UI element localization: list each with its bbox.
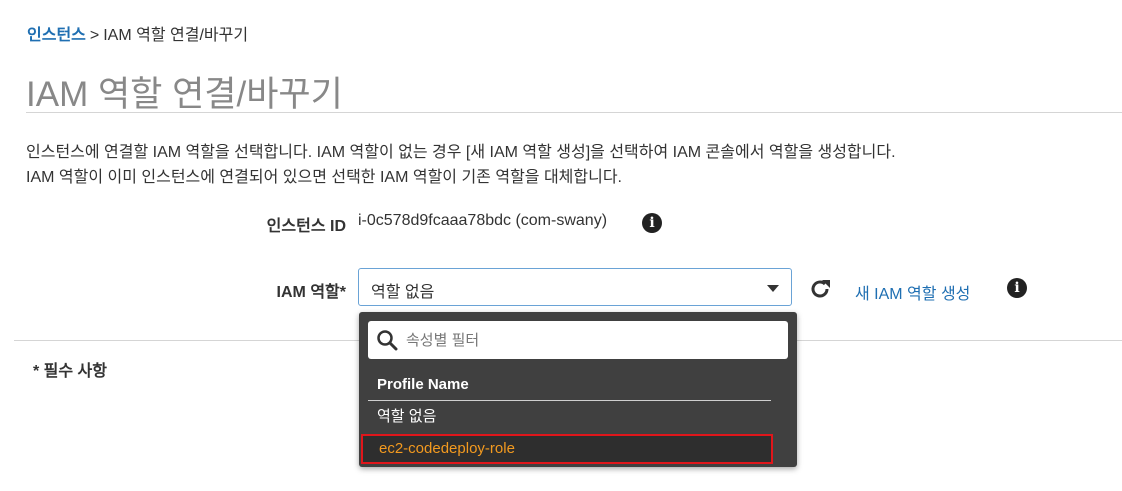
profile-name-header: Profile Name (377, 376, 469, 393)
filter-box (368, 321, 788, 359)
instance-id-value: i-0c578d9fcaaa78bdc (com-swany) (358, 212, 608, 229)
required-note: * 필수 사항 (33, 363, 107, 380)
info-icon[interactable]: i (642, 213, 662, 233)
page: 인스턴스 > IAM 역할 연결/바꾸기 IAM 역할 연결/바꾸기 인스턴스에 연… (0, 0, 1122, 491)
breadcrumb-current: IAM 역할 연결/바꾸기 (103, 27, 249, 44)
iam-role-dropdown: Profile Name 역할 없음 ec2-codedeploy-role (359, 312, 797, 467)
refresh-icon[interactable] (808, 277, 832, 301)
title-divider (26, 112, 1122, 113)
breadcrumb-instances-link[interactable]: 인스턴스 (27, 27, 86, 44)
dropdown-option-highlighted[interactable]: ec2-codedeploy-role (361, 434, 773, 464)
breadcrumb-separator: > (89, 27, 100, 44)
iam-role-label: IAM 역할* (276, 284, 346, 301)
iam-role-select[interactable]: 역할 없음 (358, 268, 792, 306)
create-iam-role-link[interactable]: 새 IAM 역할 생성 (855, 280, 970, 304)
breadcrumb: 인스턴스 > IAM 역할 연결/바꾸기 (27, 21, 248, 45)
dropdown-divider (368, 400, 771, 401)
info-icon[interactable]: i (1007, 278, 1027, 298)
page-description: 인스턴스에 연결할 IAM 역할을 선택합니다. IAM 역할이 없는 경우 [… (26, 140, 896, 190)
description-line-2: IAM 역할이 이미 인스턴스에 연결되어 있으면 선택한 IAM 역할이 기존… (26, 169, 622, 186)
search-icon (377, 330, 398, 351)
instance-id-label: 인스턴스 ID (266, 218, 346, 235)
description-line-1: 인스턴스에 연결할 IAM 역할을 선택합니다. IAM 역할이 없는 경우 [… (26, 144, 896, 161)
filter-input[interactable] (404, 325, 778, 355)
page-title: IAM 역할 연결/바꾸기 (26, 75, 343, 114)
chevron-down-icon (767, 285, 779, 292)
dropdown-option[interactable]: 역할 없음 (359, 403, 797, 431)
iam-role-selected-value: 역할 없음 (371, 284, 435, 301)
